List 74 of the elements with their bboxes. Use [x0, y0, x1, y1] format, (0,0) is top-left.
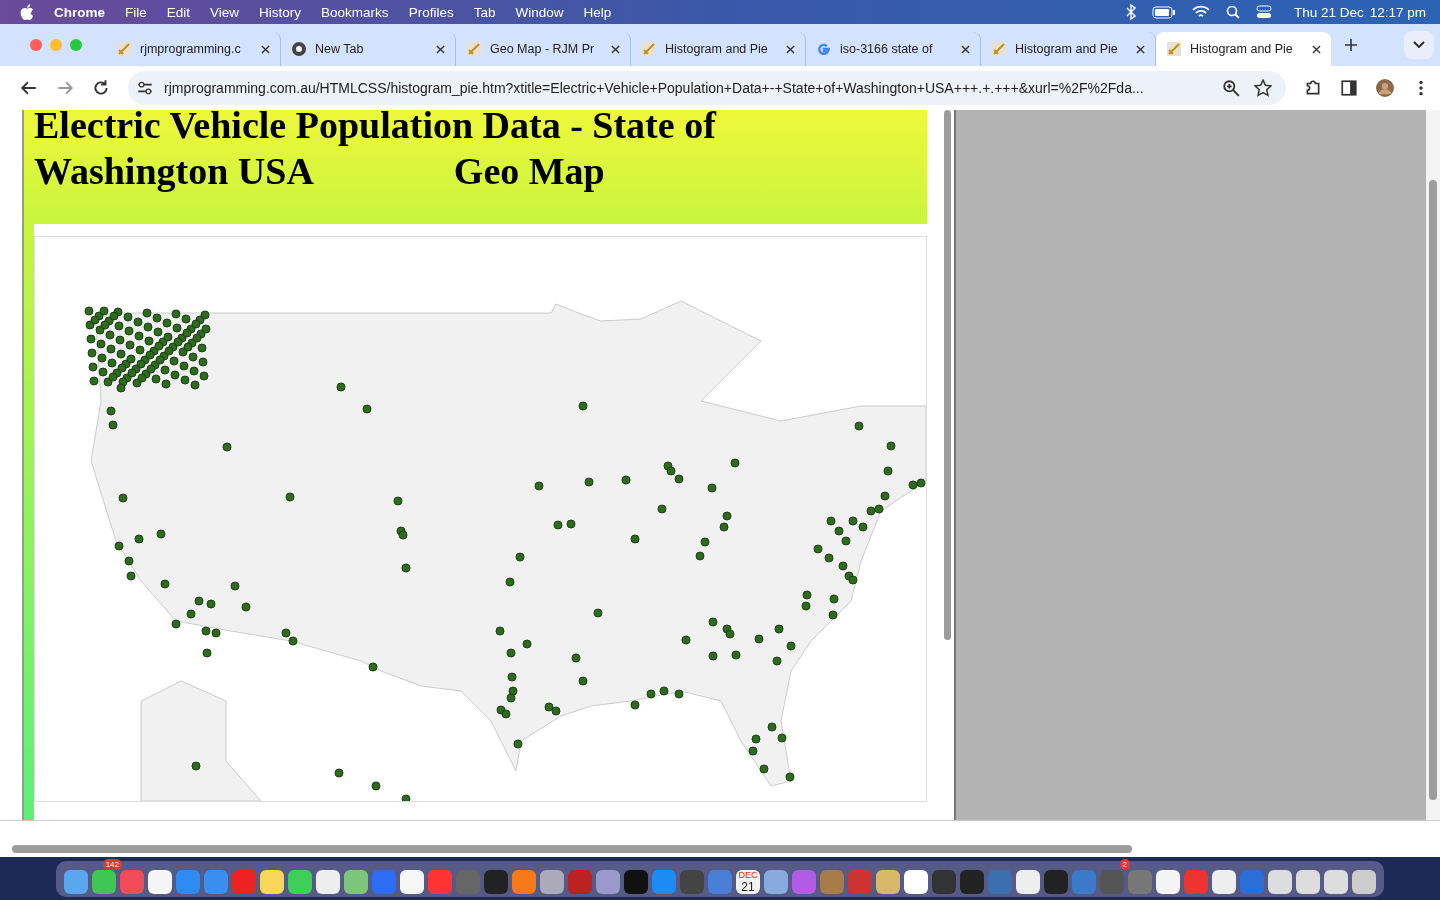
app-icon[interactable]: [904, 869, 928, 894]
app-icon[interactable]: DEC 21: [736, 869, 760, 894]
menu-item[interactable]: Edit: [166, 4, 191, 20]
menu-item[interactable]: Bookmarks: [321, 4, 389, 20]
address-bar[interactable]: rjmprogramming.com.au/HTMLCSS/histogram_pie.htm?xtitle=Electric+Vehicle+Population+Data+-+State+of+Washington+USA+++.+.+++&xurl=%2F%2Fda...: [128, 71, 1286, 105]
wifi-icon[interactable]: [1191, 5, 1210, 19]
bluetooth-icon[interactable]: [1125, 4, 1136, 20]
pencil-favicon-icon: [466, 41, 482, 57]
app-icon[interactable]: [344, 869, 368, 894]
battery-icon[interactable]: [1151, 5, 1176, 19]
close-tab-icon[interactable]: [611, 44, 620, 54]
side-panel-icon[interactable]: [1340, 79, 1358, 97]
close-tab-icon[interactable]: [961, 44, 970, 54]
close-tab-icon[interactable]: [436, 44, 445, 54]
notification-badge: 2: [1119, 858, 1130, 870]
app-icon[interactable]: [764, 869, 788, 894]
close-tab-icon[interactable]: [786, 44, 795, 54]
app-icon[interactable]: [1324, 869, 1348, 894]
reload-icon[interactable]: [92, 79, 110, 97]
avatar-icon[interactable]: [1376, 79, 1394, 97]
app-icon[interactable]: [316, 869, 340, 894]
close-tab-icon[interactable]: [1312, 44, 1321, 54]
search-icon[interactable]: [1225, 5, 1240, 19]
menu-item[interactable]: File: [125, 4, 147, 20]
browser-tab[interactable]: Histogram and Pie: [1156, 32, 1331, 66]
site-settings-icon[interactable]: [136, 79, 154, 97]
zoom-icon[interactable]: [1222, 79, 1240, 97]
menu-item[interactable]: Window: [515, 4, 564, 20]
new-tab-icon[interactable]: [1345, 39, 1357, 51]
menu-item[interactable]: View: [210, 4, 240, 20]
notification-badge: 142: [102, 858, 122, 870]
app-icon[interactable]: [260, 869, 284, 894]
menu-item[interactable]: History: [259, 4, 302, 20]
app-icon[interactable]: [400, 869, 424, 894]
maximize-window-button[interactable]: [70, 39, 82, 51]
pencil-favicon-icon: [116, 41, 132, 57]
pencil-favicon-icon: [1166, 41, 1182, 57]
calendar-month: DEC: [737, 869, 759, 880]
app-icon[interactable]: [148, 869, 172, 894]
app-icon[interactable]: [1156, 869, 1180, 894]
forward-icon[interactable]: [56, 79, 74, 97]
chrome-favicon-icon: [291, 41, 307, 57]
app-icon[interactable]: [1016, 869, 1040, 894]
g-favicon-icon: [816, 41, 832, 57]
control-center-icon[interactable]: [1255, 5, 1272, 19]
extensions-icon[interactable]: [1304, 79, 1322, 97]
close-window-button[interactable]: [30, 39, 42, 51]
menu-item[interactable]: Help: [583, 4, 612, 20]
app-icon[interactable]: [876, 869, 900, 894]
tab-search-button[interactable]: [1404, 31, 1434, 59]
menu-time[interactable]: 12:17 pm: [1369, 4, 1426, 20]
app-icon[interactable]: [624, 869, 648, 894]
menu-item[interactable]: Profiles: [408, 4, 454, 20]
chevron-down-icon[interactable]: [1413, 41, 1425, 49]
calendar-day: 21: [736, 879, 760, 895]
app-icon[interactable]: [1212, 869, 1236, 894]
app-icon[interactable]: [1352, 869, 1376, 894]
bookmark-star-icon[interactable]: [1254, 79, 1272, 97]
close-tab-icon[interactable]: [261, 44, 270, 54]
page-title: Electric Vehicle Population Data - State of Washington USA Geo Map: [34, 110, 718, 194]
menu-item[interactable]: Tab: [473, 4, 496, 20]
back-icon[interactable]: [20, 79, 38, 97]
page-subtitle: Geo Map: [453, 150, 605, 192]
app-icon[interactable]: [288, 869, 312, 894]
apple-logo-icon[interactable]: [20, 4, 34, 20]
app-icon[interactable]: [1296, 869, 1320, 894]
app-icon[interactable]: [92, 869, 116, 894]
pencil-favicon-icon: [641, 41, 657, 57]
app-icon[interactable]: [1268, 869, 1292, 894]
close-tab-icon[interactable]: [1136, 44, 1145, 54]
menu-date[interactable]: Thu 21 Dec: [1293, 4, 1364, 20]
app-icon[interactable]: [540, 869, 564, 894]
pencil-favicon-icon: [991, 41, 1007, 57]
menu-app-name[interactable]: Chrome: [54, 4, 105, 20]
